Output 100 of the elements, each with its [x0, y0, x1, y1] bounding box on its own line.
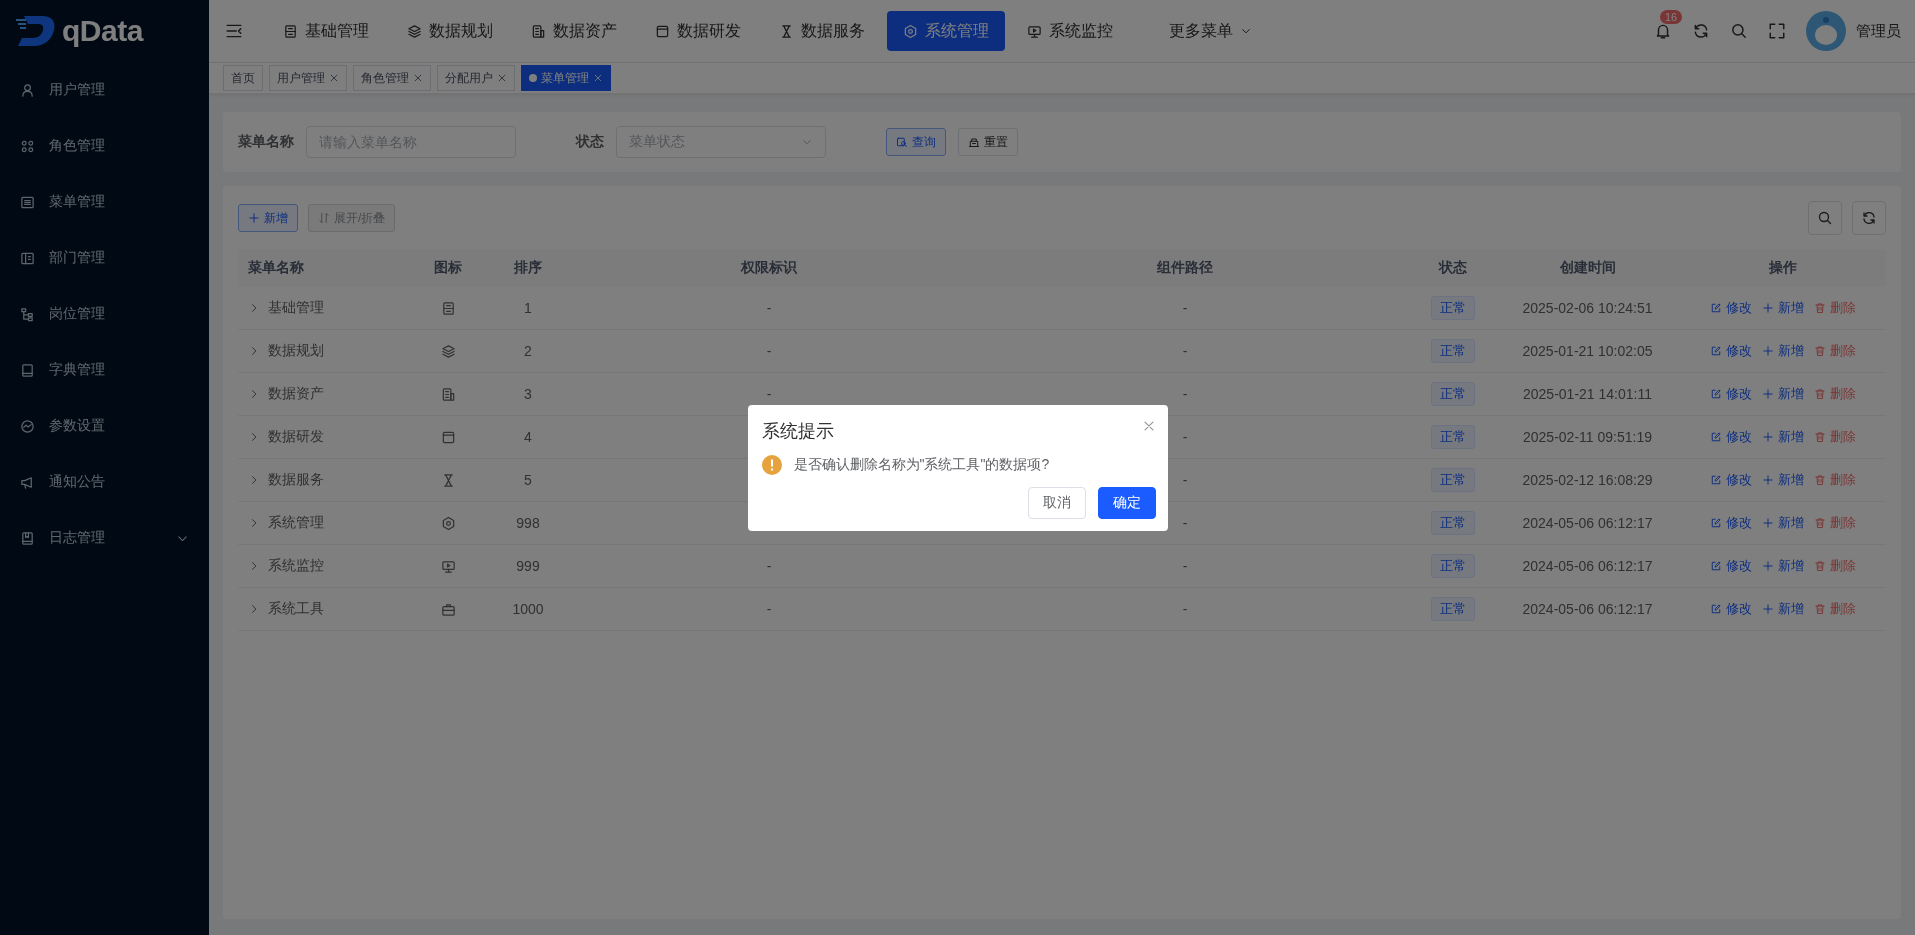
table-cell: - — [1182, 558, 1188, 574]
edit-icon — [1710, 431, 1722, 443]
table-cell: 系统工具 — [268, 600, 324, 618]
delete-link[interactable]: 删除 — [1814, 342, 1856, 360]
document-icon — [531, 23, 546, 39]
table-cell: 5 — [524, 472, 532, 488]
table-cell: - — [1182, 386, 1188, 402]
edit-link[interactable]: 修改 — [1710, 557, 1752, 575]
search-button[interactable]: 查询 — [886, 128, 946, 156]
nav-tab[interactable]: 系统管理 — [887, 11, 1005, 51]
edit-link[interactable]: 修改 — [1710, 471, 1752, 489]
trash-icon — [1814, 345, 1826, 357]
sidebar-item[interactable]: 角色管理 — [0, 118, 209, 174]
delete-link[interactable]: 删除 — [1814, 299, 1856, 317]
delete-link[interactable]: 删除 — [1814, 385, 1856, 403]
book-icon — [20, 362, 35, 378]
edit-link[interactable]: 修改 — [1710, 600, 1752, 618]
column-header: 状态 — [1437, 259, 1468, 277]
delete-link[interactable]: 删除 — [1814, 600, 1856, 618]
monitor-icon — [1027, 23, 1042, 39]
cancel-button[interactable]: 取消 — [1027, 487, 1086, 519]
edit-link[interactable]: 修改 — [1710, 428, 1752, 446]
page-tab[interactable]: 角色管理 — [353, 65, 431, 91]
sidebar-item[interactable]: 字典管理 — [0, 342, 209, 398]
delete-link[interactable]: 删除 — [1814, 514, 1856, 532]
nav-tab[interactable]: 数据资产 — [515, 11, 633, 51]
page-tab[interactable]: 菜单管理 — [521, 65, 611, 91]
add-button[interactable]: 新增 — [238, 204, 298, 232]
sidebar-item[interactable]: 参数设置 — [0, 398, 209, 454]
edit-link[interactable]: 修改 — [1710, 385, 1752, 403]
delete-link[interactable]: 删除 — [1814, 557, 1856, 575]
sidebar-item[interactable]: 部门管理 — [0, 230, 209, 286]
page-tab[interactable]: 分配用户 — [437, 65, 515, 91]
table-cell: 2025-01-21 10:02:05 — [1522, 343, 1653, 359]
add-link[interactable]: 新增 — [1762, 557, 1804, 575]
search-icon — [1817, 210, 1833, 226]
sidebar-item[interactable]: 岗位管理 — [0, 286, 209, 342]
add-link[interactable]: 新增 — [1762, 385, 1804, 403]
panel-icon — [283, 23, 298, 39]
table-cell: 系统管理 — [268, 514, 324, 532]
nav-tab[interactable]: 数据规划 — [391, 11, 509, 51]
edit-link[interactable]: 修改 — [1710, 299, 1752, 317]
table-cell: 2025-02-11 09:51:19 — [1523, 429, 1652, 445]
delete-link[interactable]: 删除 — [1814, 471, 1856, 489]
sidebar-item[interactable]: 用户管理 — [0, 62, 209, 118]
active-dot — [529, 74, 537, 82]
plus-icon — [1762, 474, 1774, 486]
trash-icon — [1814, 302, 1826, 314]
table-cell: 3 — [524, 386, 532, 402]
delete-link[interactable]: 删除 — [1814, 428, 1856, 446]
edit-icon — [1710, 474, 1722, 486]
add-link[interactable]: 新增 — [1762, 600, 1804, 618]
table-cell: - — [1182, 472, 1188, 488]
add-link[interactable]: 新增 — [1762, 342, 1804, 360]
table-cell: - — [766, 601, 772, 617]
dial-icon — [20, 418, 35, 434]
confirm-button[interactable]: 确定 — [1097, 487, 1156, 519]
plus-icon — [1762, 517, 1774, 529]
trash-icon — [1814, 603, 1826, 615]
field-label: 菜单名称 — [238, 133, 294, 151]
nav-tab[interactable]: 系统监控 — [1011, 11, 1129, 51]
refresh-button[interactable] — [1852, 201, 1886, 235]
add-link[interactable]: 新增 — [1762, 471, 1804, 489]
status-tag: 正常 — [1430, 468, 1475, 492]
add-link[interactable]: 新增 — [1762, 514, 1804, 532]
nav-tab[interactable]: 基础管理 — [267, 11, 385, 51]
table-cell: 2025-01-21 14:01:11 — [1523, 386, 1652, 402]
table-cell: - — [766, 558, 772, 574]
nav-tab[interactable]: 数据研发 — [639, 11, 757, 51]
search-toggle-button[interactable] — [1808, 201, 1842, 235]
list-icon — [20, 194, 35, 210]
avatar-icon[interactable] — [1806, 11, 1846, 51]
table-cell: - — [766, 300, 772, 316]
sidebar-item[interactable]: 日志管理 — [0, 510, 209, 566]
trash-icon — [1814, 474, 1826, 486]
plus-icon — [1762, 431, 1774, 443]
page-tab[interactable]: 首页 — [223, 65, 263, 91]
sidebar-item[interactable]: 菜单管理 — [0, 174, 209, 230]
add-link[interactable]: 新增 — [1762, 428, 1804, 446]
fullscreen-icon — [1768, 22, 1786, 40]
column-header: 创建时间 — [1558, 259, 1617, 277]
refresh-icon — [1861, 210, 1877, 226]
search-icon — [1730, 22, 1748, 40]
table-cell: - — [1182, 300, 1188, 316]
sidebar-item[interactable]: 通知公告 — [0, 454, 209, 510]
edit-link[interactable]: 修改 — [1710, 514, 1752, 532]
user-name[interactable]: 管理员 — [1856, 21, 1901, 41]
table-cell: - — [1182, 601, 1188, 617]
nav-tab[interactable]: 数据服务 — [763, 11, 881, 51]
page-tab[interactable]: 用户管理 — [269, 65, 347, 91]
add-link[interactable]: 新增 — [1762, 299, 1804, 317]
window-icon — [440, 429, 456, 445]
trash-icon — [1814, 388, 1826, 400]
column-header: 图标 — [433, 259, 463, 277]
reset-button[interactable]: 重置 — [958, 128, 1018, 156]
edit-link[interactable]: 修改 — [1710, 342, 1752, 360]
more-menu[interactable]: 更多菜单 — [1153, 11, 1268, 51]
person-icon — [20, 82, 35, 98]
table-cell: 数据研发 — [268, 428, 324, 446]
field-label: 状态 — [576, 133, 604, 151]
